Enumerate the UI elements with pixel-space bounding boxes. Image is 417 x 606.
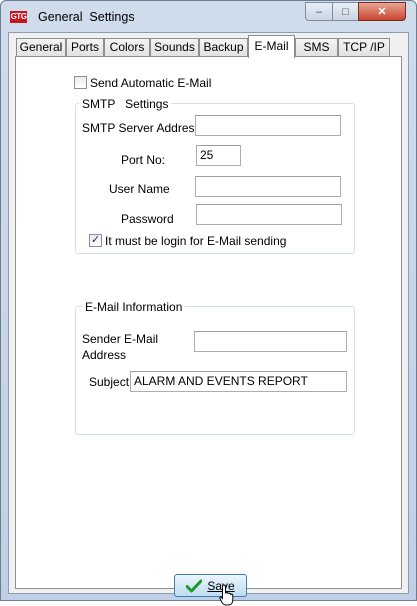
window-title: General Settings: [38, 10, 135, 24]
smtp-server-label: SMTP Server Address: [82, 121, 201, 135]
login-required-label: It must be login for E-Mail sending: [105, 234, 287, 248]
tab-backup[interactable]: Backup: [199, 38, 248, 57]
tab-tcpip[interactable]: TCP /IP: [338, 38, 390, 57]
sender-email-input[interactable]: [194, 331, 347, 352]
app-logo-icon: GTG: [10, 11, 27, 23]
tab-general[interactable]: General: [16, 38, 66, 57]
tab-sounds[interactable]: Sounds: [150, 38, 199, 57]
settings-window: GTG General Settings – □ ✕ General Ports…: [0, 0, 417, 606]
sender-email-label-line1: Sender E-Mail: [82, 332, 159, 346]
green-checkmark-icon: [186, 579, 203, 592]
minimize-button[interactable]: –: [305, 2, 333, 21]
username-label: User Name: [109, 182, 170, 196]
title-bar[interactable]: GTG General Settings – □ ✕: [1, 1, 416, 31]
password-label: Password: [121, 212, 174, 226]
hand-pointer-cursor-icon: [219, 584, 234, 606]
sender-email-label-line2: Address: [82, 348, 127, 362]
send-automatic-label: Send Automatic E-Mail: [90, 76, 212, 90]
email-information-title: E-Mail Information: [82, 300, 186, 314]
tab-email[interactable]: E-Mail: [248, 35, 295, 58]
password-input[interactable]: [196, 204, 342, 225]
tab-sms[interactable]: SMS: [295, 38, 338, 57]
window-client-area: General Ports Colors Sounds Backup E-Mai…: [8, 32, 409, 606]
smtp-server-input[interactable]: [195, 115, 341, 136]
login-required-checkbox[interactable]: ✓: [89, 234, 102, 247]
checkmark-icon: ✓: [90, 234, 101, 246]
tab-ports[interactable]: Ports: [66, 38, 104, 57]
smtp-settings-title: SMTP Settings: [79, 97, 172, 111]
tab-colors[interactable]: Colors: [104, 38, 150, 57]
username-input[interactable]: [195, 176, 341, 197]
port-input[interactable]: 25: [196, 145, 241, 166]
send-automatic-checkbox[interactable]: [74, 76, 87, 89]
subject-label: Subject: [89, 375, 130, 389]
save-button[interactable]: Save: [174, 574, 247, 597]
subject-input[interactable]: ALARM AND EVENTS REPORT: [130, 371, 347, 392]
close-button[interactable]: ✕: [358, 2, 406, 21]
email-tab-panel: Send Automatic E-Mail SMTP Settings SMTP…: [15, 56, 402, 606]
maximize-button[interactable]: □: [332, 2, 359, 21]
port-label: Port No:: [121, 153, 166, 167]
